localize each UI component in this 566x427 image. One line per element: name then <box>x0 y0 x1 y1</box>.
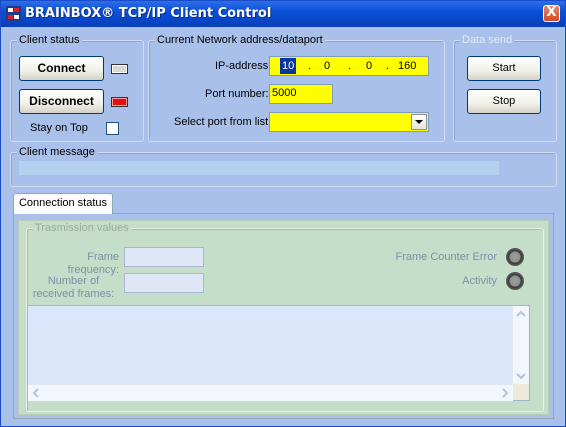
title-bar[interactable]: BRAINBOX® TCP/IP Client Control X <box>1 1 565 27</box>
chevron-down-icon <box>415 120 423 124</box>
select-port-dropdown[interactable] <box>269 112 429 132</box>
brainbox-app-icon <box>6 6 21 21</box>
ip-octet-4: 160 <box>398 60 417 72</box>
scrollbar-corner <box>513 384 529 400</box>
client-status-legend: Client status <box>17 34 82 47</box>
ip-address-input[interactable]: 10 . 0 . 0 . 160 <box>269 56 429 76</box>
frame-counter-error-indicator <box>506 248 524 266</box>
received-frames-field <box>124 273 204 293</box>
close-button[interactable]: X <box>543 5 560 22</box>
activity-label: Activity <box>462 275 497 287</box>
stay-on-top-label: Stay on Top <box>30 122 88 134</box>
window-title: BRAINBOX® TCP/IP Client Control <box>25 6 272 21</box>
port-number-label: Port number: <box>205 88 269 100</box>
transmission-panel: Trasmission values Frame frequency: Numb… <box>18 220 549 415</box>
network-legend: Current Network address/dataport <box>155 34 325 47</box>
activity-indicator <box>506 272 524 290</box>
data-send-group: Data send Start Stop <box>453 34 557 142</box>
dropdown-button[interactable] <box>411 114 427 130</box>
received-frames-label: Number of received frames: <box>32 275 115 300</box>
frame-frequency-label: Frame frequency: <box>67 251 119 276</box>
horizontal-scrollbar[interactable] <box>28 384 513 401</box>
transmission-values-legend: Trasmission values <box>33 222 131 235</box>
client-message-group: Client message <box>10 146 557 187</box>
connect-button[interactable]: Connect <box>19 56 104 81</box>
disconnect-status-led <box>111 97 128 107</box>
stay-on-top-checkbox[interactable] <box>106 122 119 135</box>
start-button[interactable]: Start <box>467 56 541 81</box>
ip-dot-2: . <box>348 60 352 72</box>
client-area: Client status Connect Disconnect Stay on… <box>4 27 562 425</box>
client-message-legend: Client message <box>17 146 97 159</box>
select-port-label: Select port from list: <box>174 116 272 128</box>
stop-button[interactable]: Stop <box>467 89 541 114</box>
scroll-down-icon[interactable] <box>513 368 529 384</box>
connect-status-led <box>111 64 128 74</box>
disconnect-button[interactable]: Disconnect <box>19 89 104 114</box>
app-window: BRAINBOX® TCP/IP Client Control X Client… <box>0 0 566 427</box>
ip-dot-3: . <box>386 60 390 72</box>
ip-octet-3: 0 <box>366 60 373 72</box>
close-icon: X <box>546 5 557 20</box>
scroll-right-icon[interactable] <box>497 385 513 401</box>
network-group: Current Network address/dataport IP-addr… <box>148 34 445 142</box>
frame-frequency-field <box>124 247 204 267</box>
port-number-input[interactable]: 5000 <box>269 84 333 104</box>
client-message-field <box>19 161 499 175</box>
scroll-left-icon[interactable] <box>28 385 44 401</box>
connection-status-tab-panel: Trasmission values Frame frequency: Numb… <box>13 213 554 419</box>
ip-octet-2: 0 <box>324 60 331 72</box>
client-status-group: Client status Connect Disconnect Stay on… <box>10 34 144 142</box>
ip-octet-1: 10 <box>280 58 297 74</box>
tab-connection-status[interactable]: Connection status <box>13 193 113 214</box>
ip-dot-1: . <box>308 60 312 72</box>
frame-counter-error-label: Frame Counter Error <box>395 251 497 263</box>
vertical-scrollbar[interactable] <box>512 306 529 384</box>
log-textarea[interactable] <box>27 305 530 401</box>
transmission-values-group: Trasmission values Frame frequency: Numb… <box>26 222 544 412</box>
data-send-legend: Data send <box>460 34 515 47</box>
ip-address-label: IP-address: <box>215 60 272 72</box>
scroll-up-icon[interactable] <box>513 306 529 322</box>
